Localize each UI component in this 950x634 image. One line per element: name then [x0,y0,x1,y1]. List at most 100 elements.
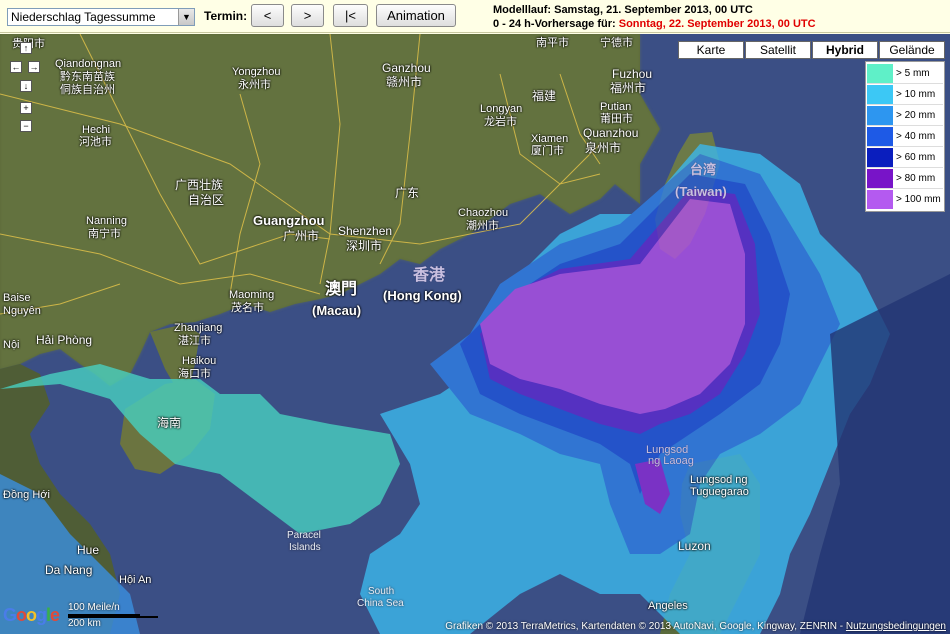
first-button[interactable]: |< [333,4,368,27]
place-label: Baise [3,292,31,304]
zoom-in-icon[interactable]: + [20,102,32,114]
place-label: Paracel [287,530,321,541]
place-label: Zhanjiang [174,322,223,334]
prev-button[interactable]: < [251,4,284,27]
scale-miles: 100 Meile/n [68,602,120,613]
legend-label: > 40 mm [896,130,936,142]
legend-swatch [867,190,893,209]
pan-down-icon[interactable]: ↓ [20,80,32,92]
place-label: Angeles [648,600,688,612]
legend-label: > 80 mm [896,172,936,184]
place-label: ng Laoag [648,455,694,467]
place-label: 台湾 [690,162,717,177]
termin-label: Termin: [204,9,248,23]
place-label: 海南 [157,416,182,430]
legend-row: > 40 mm [867,126,943,147]
place-label: (Taiwan) [675,184,727,199]
legend-swatch [867,147,893,167]
legend-swatch [867,168,893,188]
legend-swatch [867,126,893,146]
animation-button[interactable]: Animation [376,4,456,27]
place-label: 侗族自治州 [60,84,115,96]
legend-label: > 60 mm [896,151,936,163]
place-label: Nguyên [3,305,41,317]
place-label: 宁德市 [600,37,633,49]
pan-up-icon[interactable]: ↑ [20,42,32,54]
place-label: 永州市 [238,79,271,91]
legend-swatch [867,84,893,104]
place-label: Hechi [82,124,111,136]
legend-row: > 5 mm [867,63,943,84]
place-label: Islands [289,542,321,553]
place-label: Longyan [480,103,523,115]
zoom-out-icon[interactable]: − [20,120,32,132]
place-label: Hải Phòng [36,333,93,347]
place-label: 深圳市 [346,239,383,253]
forecast-date: Sonntag, 22. September 2013, 00 UTC [618,18,816,30]
next-button[interactable]: > [291,4,324,27]
attribution-text: Grafiken © 2013 TerraMetrics, Kartendate… [445,621,844,632]
map-type-satellit[interactable]: Satellit [745,41,811,59]
place-label: Luzon [678,539,711,553]
place-label: Haikou [182,355,217,367]
map-type-control: Karte Satellit Hybrid Gelände [677,41,945,59]
place-label: 广州市 [283,229,320,243]
place-label: 广东 [395,186,420,200]
place-label: Nanning [86,215,127,227]
place-label: Tuguegarao [690,486,749,498]
place-label: 广西壮族 [175,178,224,192]
map-type-hybrid[interactable]: Hybrid [812,41,878,59]
map-attribution: Grafiken © 2013 TerraMetrics, Kartendate… [445,621,946,632]
place-label: 黔东南苗族 [60,71,115,83]
place-label: 潮州市 [466,220,499,232]
place-label: 海口市 [178,368,211,380]
place-label: Đồng Hới [3,489,50,501]
map-imagery [0,34,950,634]
legend-swatch [867,63,893,83]
pan-left-icon[interactable]: ← [10,61,22,73]
place-label: 澳門 [325,281,358,298]
place-label: Shenzhen [338,224,393,238]
place-label: Chaozhou [458,207,509,219]
place-label: Qiandongnan [55,58,122,70]
place-label: Putian [600,101,632,113]
product-select[interactable]: Niederschlag Tagessumme ▼ [7,8,195,26]
forecast-prefix: 0 - 24 h-Vorhersage für: [493,18,616,30]
place-label: 香港 [413,267,446,284]
product-select-value: Niederschlag Tagessumme [11,10,156,24]
place-label: South [368,586,395,597]
place-label: Quanzhou [583,126,639,140]
scale-bar: 100 Meile/n 200 km [68,602,160,632]
map-type-gelaende[interactable]: Gelände [879,41,945,59]
legend-row: > 10 mm [867,84,943,105]
legend-label: > 10 mm [896,88,936,100]
place-label: 湛江市 [178,335,211,347]
legend-row: > 100 mm [867,189,943,210]
legend-label: > 100 mm [896,194,941,205]
legend-row: > 80 mm [867,168,943,189]
place-label: 南宁市 [88,228,121,240]
terms-link[interactable]: Nutzungsbedingungen [846,621,946,632]
place-label: Guangzhou [253,213,325,228]
place-label: (Hong Kong) [383,288,462,303]
pan-right-icon[interactable]: → [28,61,40,73]
place-label: 自治区 [188,193,225,207]
place-label: Hue [77,543,100,557]
legend-label: > 20 mm [896,109,936,121]
map-type-karte[interactable]: Karte [678,41,744,59]
place-label: 南平市 [536,37,569,49]
place-label: Yongzhou [232,66,281,78]
place-label: (Macau) [312,303,362,318]
legend-label: > 5 mm [896,67,930,79]
place-label: 河池市 [79,136,112,148]
place-label: Da Nang [45,563,93,577]
forecast-line: 0 - 24 h-Vorhersage für: Sonntag, 22. Se… [493,17,816,31]
precipitation-map[interactable]: 贵阳市 Qiandongnan 黔东南苗族 侗族自治州 Yongzhou 永州市… [0,34,950,634]
toolbar: Niederschlag Tagessumme ▼ Termin: < > |<… [0,0,950,33]
place-label: 厦门市 [531,145,564,157]
google-logo[interactable]: Google [3,605,60,626]
chevron-down-icon[interactable]: ▼ [178,9,194,25]
run-info: Modelllauf: Samstag, 21. September 2013,… [493,3,816,31]
place-label: Xiamen [531,133,569,145]
legend-swatch [867,105,893,125]
